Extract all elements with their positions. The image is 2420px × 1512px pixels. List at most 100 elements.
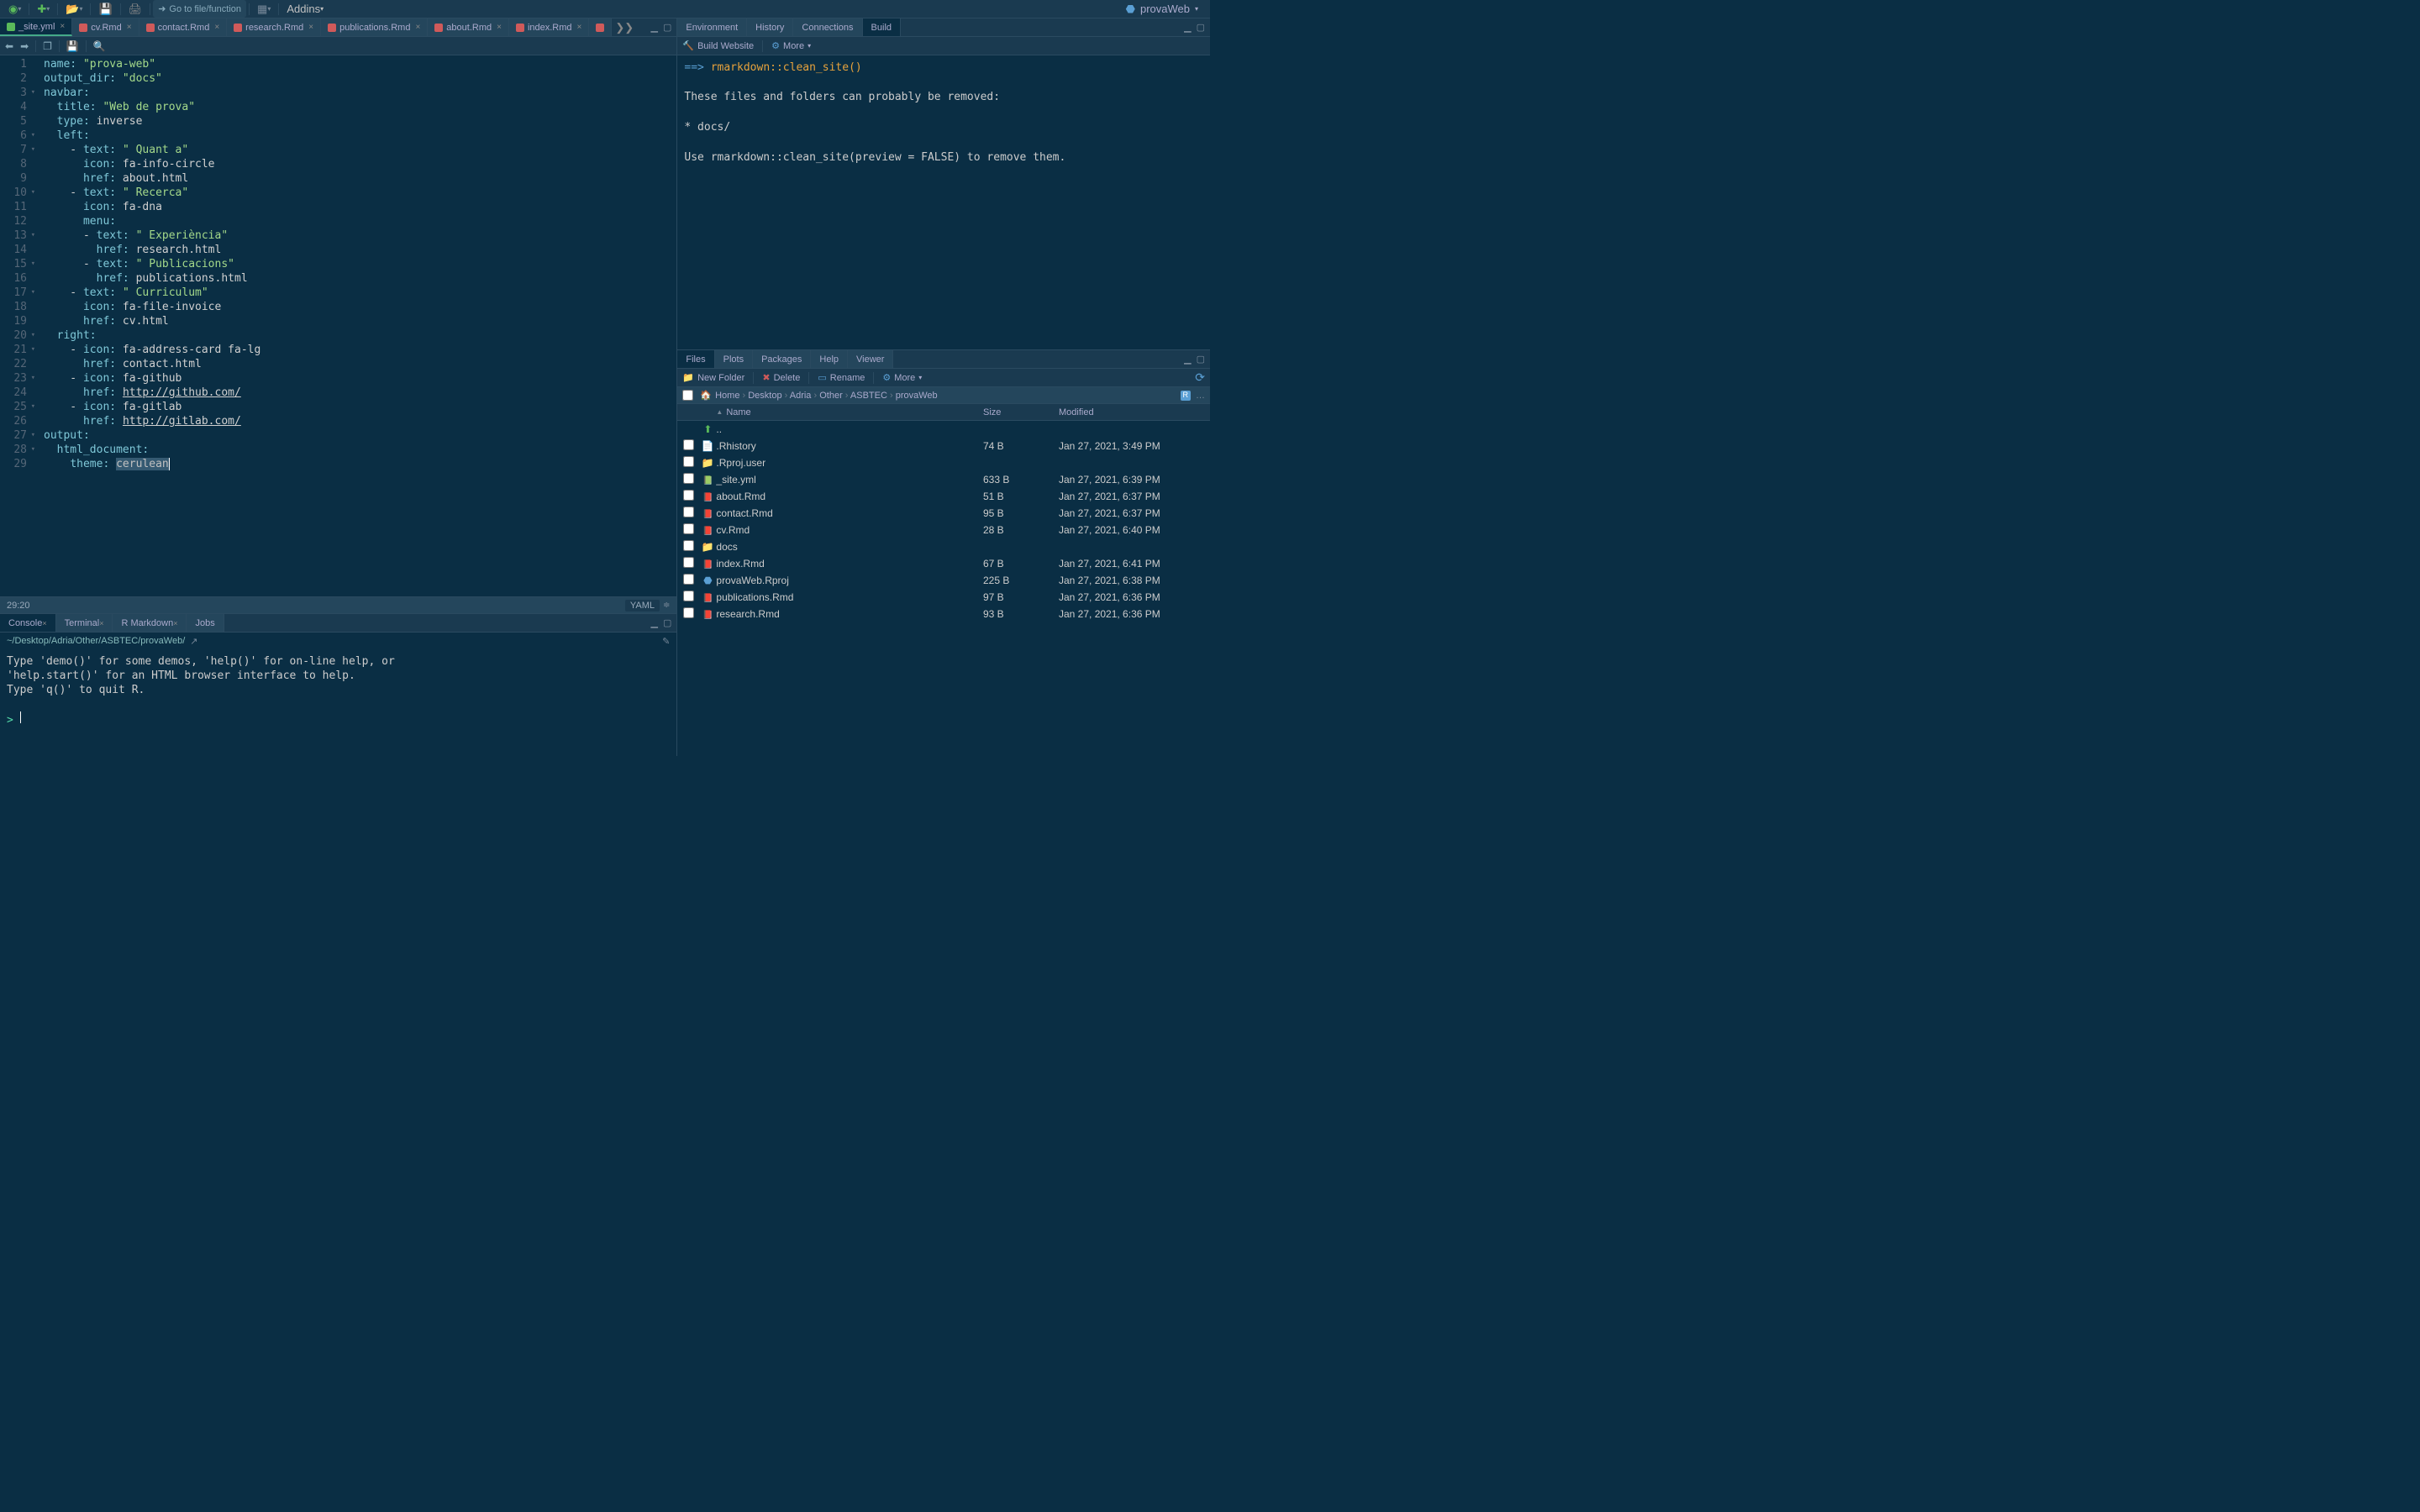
close-tab-icon[interactable]: × — [127, 23, 132, 32]
file-checkbox[interactable] — [683, 439, 694, 450]
file-name[interactable]: publications.Rmd — [716, 591, 983, 603]
new-folder-button[interactable]: 📁New Folder — [682, 372, 744, 383]
panes-button[interactable]: ▦▾ — [252, 0, 276, 18]
env-tab[interactable]: Connections — [793, 18, 862, 36]
maximize-pane-icon[interactable]: ▢ — [1197, 22, 1205, 33]
tab-overflow[interactable]: ❯❯ — [612, 18, 637, 36]
minimize-pane-icon[interactable]: ▁ — [1184, 22, 1191, 33]
close-tab-icon[interactable]: × — [577, 23, 582, 32]
file-checkbox[interactable] — [683, 574, 694, 585]
minimize-pane-icon[interactable]: ▁ — [651, 22, 658, 33]
find-replace-button[interactable]: 🔍 — [93, 40, 106, 52]
maximize-pane-icon[interactable]: ▢ — [663, 617, 671, 628]
source-tab[interactable]: index.Rmd× — [509, 18, 589, 36]
source-tab[interactable]: _site.yml× — [0, 18, 72, 36]
clear-console-icon[interactable]: ✎ — [662, 636, 670, 647]
console-tab[interactable]: Console × — [0, 614, 56, 632]
file-checkbox[interactable] — [683, 507, 694, 517]
file-row[interactable]: 📕contact.Rmd95 BJan 27, 2021, 6:37 PM — [677, 505, 1210, 522]
file-up-row[interactable]: ⬆.. — [677, 421, 1210, 438]
source-tab[interactable]: cv.Rmd× — [72, 18, 139, 36]
files-tab[interactable]: Plots — [715, 350, 753, 368]
file-row[interactable]: 📄.Rhistory74 BJan 27, 2021, 3:49 PM — [677, 438, 1210, 454]
project-selector[interactable]: ⬣ provaWeb ▾ — [1118, 3, 1207, 16]
forward-button[interactable]: ➡ — [20, 40, 29, 52]
build-more-menu[interactable]: ⚙ More ▾ — [771, 40, 811, 51]
env-tab[interactable]: Build — [863, 18, 901, 36]
console-output[interactable]: Type 'demo()' for some demos, 'help()' f… — [0, 649, 676, 756]
maximize-pane-icon[interactable]: ▢ — [1197, 354, 1205, 365]
file-name[interactable]: contact.Rmd — [716, 507, 983, 519]
file-checkbox[interactable] — [683, 523, 694, 534]
refresh-button[interactable]: ⟳ — [1195, 370, 1205, 385]
console-working-dir[interactable]: ~/Desktop/Adria/Other/ASBTEC/provaWeb/ — [7, 636, 185, 646]
file-checkbox[interactable] — [683, 557, 694, 568]
file-name[interactable]: cv.Rmd — [716, 524, 983, 536]
file-name[interactable]: research.Rmd — [716, 608, 983, 620]
close-tab-icon[interactable]: × — [497, 23, 502, 32]
files-tab[interactable]: Packages — [753, 350, 811, 368]
file-row[interactable]: 📗_site.yml633 BJan 27, 2021, 6:39 PM — [677, 471, 1210, 488]
files-tab[interactable]: Files — [677, 350, 714, 368]
file-checkbox[interactable] — [683, 473, 694, 484]
file-row[interactable]: 📁.Rproj.user — [677, 454, 1210, 471]
file-name[interactable]: .Rproj.user — [716, 457, 983, 469]
maximize-pane-icon[interactable]: ▢ — [663, 22, 671, 33]
source-tab[interactable]: contact.Rmd× — [139, 18, 228, 36]
save-all-button[interactable]: 💾 — [93, 0, 117, 18]
env-tab[interactable]: Environment — [677, 18, 747, 36]
breadcrumb-item[interactable]: Other — [819, 391, 843, 401]
file-name[interactable]: index.Rmd — [716, 558, 983, 570]
build-output[interactable]: ==> rmarkdown::clean_site() These files … — [677, 55, 1210, 349]
close-tab-icon[interactable]: × — [60, 22, 65, 31]
popout-icon[interactable]: ↗ — [190, 636, 197, 647]
file-row[interactable]: ⬣provaWeb.Rproj225 BJan 27, 2021, 6:38 P… — [677, 572, 1210, 589]
select-all-checkbox[interactable] — [682, 390, 693, 401]
goto-file-function[interactable]: ➜ Go to file/function — [153, 0, 246, 18]
file-name[interactable]: .Rhistory — [716, 440, 983, 452]
close-tab-icon[interactable]: × — [308, 23, 313, 32]
back-button[interactable]: ⬅ — [5, 40, 13, 52]
breadcrumb-item[interactable]: ASBTEC — [850, 391, 887, 401]
sort-indicator-icon[interactable]: ▲ — [716, 408, 723, 416]
file-name[interactable]: about.Rmd — [716, 491, 983, 502]
file-row[interactable]: 📕about.Rmd51 BJan 27, 2021, 6:37 PM — [677, 488, 1210, 505]
file-name[interactable]: docs — [716, 541, 983, 553]
file-checkbox[interactable] — [683, 540, 694, 551]
print-button[interactable]: 🖨 — [124, 0, 148, 18]
file-checkbox[interactable] — [683, 456, 694, 467]
col-name[interactable]: Name — [726, 407, 750, 417]
new-file-button[interactable]: ◉▾ — [3, 0, 26, 18]
source-tab[interactable]: publications.Rmd× — [321, 18, 428, 36]
file-checkbox[interactable] — [683, 591, 694, 601]
home-icon[interactable]: 🏠 — [700, 390, 712, 401]
rename-button[interactable]: ▭Rename — [818, 372, 865, 383]
new-project-button[interactable]: ✚▾ — [32, 0, 55, 18]
breadcrumb-item[interactable]: Home — [715, 391, 739, 401]
save-button[interactable]: 💾 — [66, 40, 79, 52]
source-tab[interactable]: about.Rmd× — [428, 18, 509, 36]
file-row[interactable]: 📕research.Rmd93 BJan 27, 2021, 6:36 PM — [677, 606, 1210, 622]
build-website-button[interactable]: 🔨 Build Website — [682, 40, 754, 51]
more-path-icon[interactable]: … — [1196, 391, 1205, 401]
language-mode[interactable]: YAML — [625, 600, 660, 612]
col-size[interactable]: Size — [983, 407, 1059, 417]
delete-button[interactable]: ✖Delete — [762, 372, 800, 383]
file-checkbox[interactable] — [683, 490, 694, 501]
code-editor[interactable]: 1234567891011121314151617181920212223242… — [0, 55, 676, 596]
file-row[interactable]: 📕cv.Rmd28 BJan 27, 2021, 6:40 PM — [677, 522, 1210, 538]
open-file-button[interactable]: 📂▾ — [60, 0, 87, 18]
col-modified[interactable]: Modified — [1059, 407, 1210, 417]
env-tab[interactable]: History — [747, 18, 793, 36]
file-row[interactable]: 📕publications.Rmd97 BJan 27, 2021, 6:36 … — [677, 589, 1210, 606]
file-name[interactable]: _site.yml — [716, 474, 983, 486]
breadcrumb-item[interactable]: Desktop — [748, 391, 781, 401]
breadcrumb-item[interactable]: provaWeb — [896, 391, 938, 401]
addins-menu[interactable]: Addins ▾ — [281, 0, 329, 18]
file-row[interactable]: 📁docs — [677, 538, 1210, 555]
console-tab[interactable]: Jobs — [187, 614, 224, 632]
minimize-pane-icon[interactable]: ▁ — [1184, 354, 1191, 365]
goto-project-dir-icon[interactable]: R — [1181, 391, 1192, 401]
files-more-menu[interactable]: ⚙More▾ — [882, 372, 922, 383]
console-tab[interactable]: R Markdown × — [113, 614, 187, 632]
